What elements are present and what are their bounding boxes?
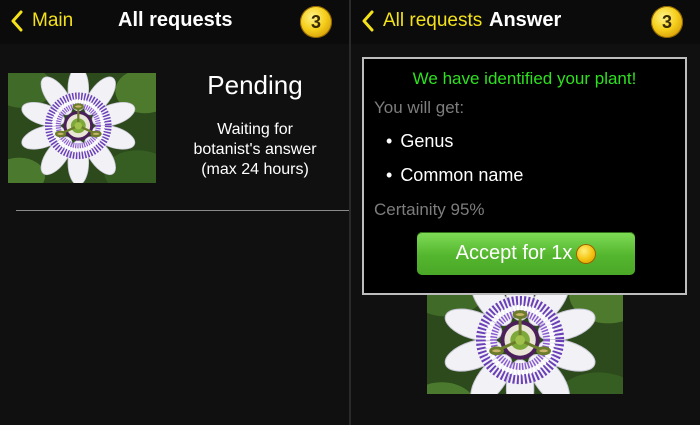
page-title: All requests bbox=[118, 9, 233, 31]
accept-label: Accept for 1x bbox=[455, 242, 573, 264]
status-line: Waiting for bbox=[217, 121, 293, 138]
passion-flower-photo bbox=[427, 292, 623, 394]
coin-balance-button[interactable]: 3 bbox=[651, 6, 683, 38]
nav-bar: Main All requests 3 bbox=[0, 0, 349, 44]
bullet-icon: • bbox=[386, 131, 393, 151]
back-label: All requests bbox=[383, 10, 483, 31]
back-button[interactable]: All requests bbox=[361, 10, 482, 32]
coin-balance-button[interactable]: 3 bbox=[300, 6, 332, 38]
certainty-label: Certainity 95% bbox=[374, 200, 485, 219]
status-line: botanist's answer bbox=[193, 141, 317, 158]
list-item-label: Common name bbox=[400, 165, 524, 185]
request-status-description: Waiting for botanist's answer (max 24 ho… bbox=[160, 120, 349, 180]
list-item: • Common name bbox=[386, 165, 523, 186]
list-item: • Genus bbox=[386, 131, 453, 152]
coin-count: 3 bbox=[661, 11, 672, 32]
nav-bar: All requests Answer 3 bbox=[351, 0, 700, 44]
answer-screen: All requests Answer 3 We have identified… bbox=[351, 0, 700, 425]
request-plant-photo[interactable] bbox=[8, 73, 156, 183]
coin-count: 3 bbox=[310, 11, 321, 32]
accept-button[interactable]: Accept for 1x bbox=[417, 232, 635, 275]
answer-plant-photo bbox=[427, 292, 623, 394]
back-label: Main bbox=[32, 10, 74, 31]
request-status: Pending bbox=[207, 70, 303, 100]
bullet-icon: • bbox=[386, 165, 393, 185]
gold-coin-icon bbox=[576, 243, 597, 264]
chevron-left-icon bbox=[362, 10, 374, 32]
passion-flower-photo bbox=[8, 73, 156, 183]
identification-card: We have identified your plant! You will … bbox=[362, 57, 687, 295]
identification-headline: We have identified your plant! bbox=[412, 69, 637, 88]
requests-screen: Main All requests 3 Pending Waiting for … bbox=[0, 0, 349, 425]
back-button[interactable]: Main bbox=[10, 10, 73, 32]
status-line: (max 24 hours) bbox=[201, 161, 309, 178]
page-title: Answer bbox=[489, 9, 562, 31]
you-will-get-label: You will get: bbox=[374, 98, 465, 117]
chevron-left-icon bbox=[11, 10, 23, 32]
list-item-label: Genus bbox=[400, 131, 454, 151]
row-divider bbox=[16, 210, 349, 211]
